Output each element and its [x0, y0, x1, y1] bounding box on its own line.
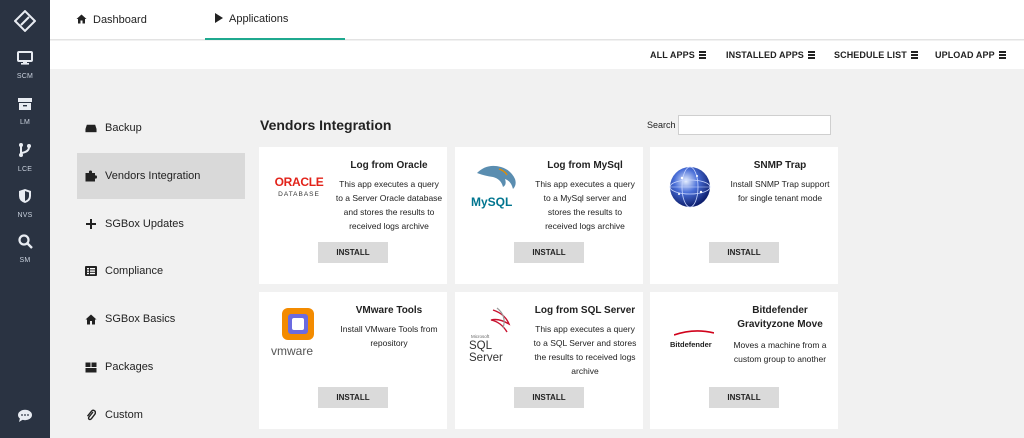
install-button[interactable]: INSTALL	[709, 387, 779, 408]
tab-dashboard[interactable]: Dashboard	[76, 0, 147, 40]
apps-subnav: ALL APPS INSTALLED APPS SCHEDULE LIST UP…	[50, 41, 1024, 69]
install-button[interactable]: INSTALL	[514, 242, 584, 263]
left-rail: SCM LM LCE NVS SM	[0, 0, 50, 438]
card-title: SNMP Trap	[753, 160, 807, 171]
top-tab-bar: Dashboard Applications	[50, 0, 1024, 40]
app-card-oracle: ORACLE DATABASE Log from Oracle This app…	[259, 147, 447, 284]
search-icon	[17, 234, 33, 254]
sidebar-item-backup[interactable]: Backup	[77, 105, 245, 151]
drive-icon	[85, 122, 97, 134]
sidebar-item-label: SGBox Updates	[105, 218, 184, 230]
rail-item-sm[interactable]: SM	[0, 226, 50, 272]
logo-text: SQL Server	[469, 340, 503, 364]
sidebar-item-label: Compliance	[105, 265, 164, 277]
sidebar-item-custom[interactable]: Custom	[77, 392, 245, 438]
card-description: This app executes a query to a MySql ser…	[535, 179, 635, 231]
paperclip-icon	[85, 409, 97, 421]
rail-item-lce[interactable]: LCE	[0, 134, 50, 180]
tab-applications[interactable]: Applications	[205, 0, 345, 40]
logo-subtext: DATABASE	[278, 190, 320, 198]
sidebar-item-label: Vendors Integration	[105, 170, 201, 182]
sidebar-item-sgbox-basics[interactable]: SGBox Basics	[77, 296, 245, 342]
app-card-mysql: MySQL Log from MySql This app executes a…	[455, 147, 643, 284]
sidebar-item-vendors-integration[interactable]: Vendors Integration	[77, 153, 245, 199]
home-icon	[76, 14, 87, 27]
monitor-icon	[17, 50, 33, 70]
shield-icon	[18, 188, 32, 209]
install-button[interactable]: INSTALL	[318, 387, 388, 408]
archive-icon	[17, 97, 33, 116]
app-card-vmware-tools: vmware VMware Tools Install VMware Tools…	[259, 292, 447, 429]
menu-icon	[807, 51, 815, 59]
menu-icon	[910, 51, 918, 59]
home-icon	[85, 313, 97, 325]
rail-item-label: LCE	[17, 165, 33, 173]
sql-server-logo-icon: Microsoft SQL Server	[463, 304, 527, 364]
rail-item-nvs[interactable]: NVS	[0, 180, 50, 226]
rail-item-label: NVS	[17, 211, 33, 219]
installed-apps-link[interactable]: INSTALLED APPS	[726, 41, 815, 69]
install-button[interactable]: INSTALL	[514, 387, 584, 408]
mysql-logo-icon: MySQL	[463, 159, 527, 215]
list-icon	[85, 265, 97, 277]
app-card-snmp-trap: SNMP Trap Install SNMP Trap support for …	[650, 147, 838, 284]
chat-icon[interactable]	[0, 402, 50, 430]
bitdefender-logo-icon: Bitdefender	[658, 304, 722, 360]
card-description: Install SNMP Trap support for single ten…	[730, 179, 830, 203]
logo-text: vmware	[271, 344, 314, 358]
sidebar-item-packages[interactable]: Packages	[77, 344, 245, 390]
card-title: Log from SQL Server	[534, 305, 636, 316]
card-title: Log from MySql	[547, 160, 623, 171]
sidebar-item-label: Packages	[105, 361, 154, 373]
install-button[interactable]: INSTALL	[709, 242, 779, 263]
card-description: Moves a machine from a custom group to a…	[733, 340, 827, 364]
app-logo-icon[interactable]	[0, 6, 50, 36]
installed-apps-label: INSTALLED APPS	[726, 50, 804, 60]
rail-item-scm[interactable]: SCM	[0, 42, 50, 88]
sidebar-item-label: SGBox Basics	[105, 313, 176, 325]
oracle-logo-icon: ORACLE DATABASE	[267, 159, 331, 215]
all-apps-link[interactable]: ALL APPS	[650, 41, 706, 69]
play-icon	[215, 12, 223, 26]
plus-icon	[85, 218, 97, 230]
logo-text: ORACLE	[274, 174, 324, 189]
tab-label: Applications	[229, 13, 289, 25]
schedule-list-label: SCHEDULE LIST	[834, 50, 907, 60]
menu-icon	[698, 51, 706, 59]
card-description: Install VMware Tools from repository	[340, 324, 438, 348]
upload-app-label: UPLOAD APP	[935, 50, 995, 60]
puzzle-icon	[85, 170, 97, 182]
schedule-list-link[interactable]: SCHEDULE LIST	[834, 41, 918, 69]
globe-icon	[658, 159, 722, 215]
sidebar-item-label: Backup	[105, 122, 142, 134]
all-apps-label: ALL APPS	[650, 50, 695, 60]
vmware-logo-icon: vmware	[267, 304, 331, 360]
branch-icon	[18, 142, 32, 163]
card-title: Bitdefender Gravityzone Move	[737, 305, 823, 330]
logo-text: MySQL	[471, 195, 513, 209]
sidebar-item-sgbox-updates[interactable]: SGBox Updates	[77, 201, 245, 247]
logo-subtext: Microsoft	[471, 334, 490, 339]
upload-app-link[interactable]: UPLOAD APP	[935, 41, 1006, 69]
card-title: VMware Tools	[355, 305, 423, 316]
rail-item-label: SCM	[16, 72, 34, 80]
packages-icon	[85, 361, 97, 373]
rail-item-lm[interactable]: LM	[0, 88, 50, 134]
logo-text: Bitdefender	[670, 340, 712, 349]
app-card-sql-server: Microsoft SQL Server Log from SQL Server…	[455, 292, 643, 429]
card-title: Log from Oracle	[350, 160, 428, 171]
search-label: Search	[647, 120, 676, 130]
card-description: This app executes a query to a SQL Serve…	[533, 324, 637, 376]
install-button[interactable]: INSTALL	[318, 242, 388, 263]
sidebar-item-compliance[interactable]: Compliance	[77, 248, 245, 294]
card-description: This app executes a query to a Server Or…	[335, 179, 443, 231]
rail-item-label: LM	[19, 118, 31, 126]
app-card-bitdefender: Bitdefender Bitdefender Gravityzone Move…	[650, 292, 838, 429]
menu-icon	[998, 51, 1006, 59]
page-title: Vendors Integration	[260, 117, 392, 133]
rail-item-label: SM	[19, 257, 31, 264]
sidebar-item-label: Custom	[105, 409, 143, 421]
tab-label: Dashboard	[93, 14, 147, 26]
search-input[interactable]	[678, 115, 831, 135]
